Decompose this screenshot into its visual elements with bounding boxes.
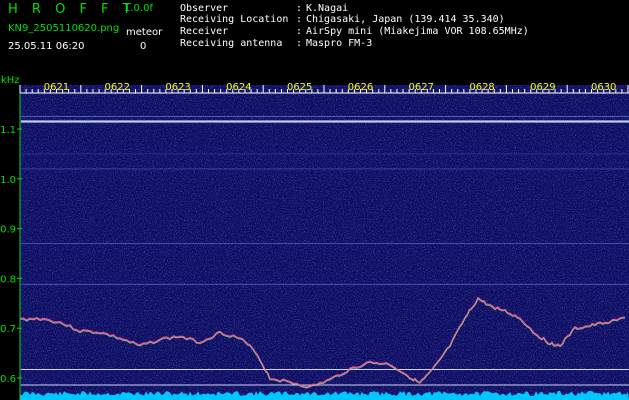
y-tick-label: 0.9 bbox=[0, 225, 16, 236]
x-tick-label: 0627 bbox=[409, 82, 434, 93]
x-tick-label: 0621 bbox=[44, 82, 69, 93]
antenna-separator: : bbox=[296, 38, 303, 49]
observer-separator: : bbox=[296, 3, 303, 14]
x-tick-label: 0628 bbox=[469, 82, 494, 93]
location-separator: : bbox=[296, 14, 303, 25]
antenna-value: Maspro FM-3 bbox=[306, 38, 373, 49]
receiver-label: Receiver bbox=[180, 26, 229, 37]
y-tick-label: 0.7 bbox=[0, 324, 16, 335]
location-value: Chigasaki, Japan (139.414 35.340) bbox=[306, 14, 505, 25]
x-tick-label: 0626 bbox=[348, 82, 373, 93]
spectrogram: 1.1 1.0 0.9 0.8 0.7 0.6 0621 0622 0623 0624 0625 06… bbox=[0, 75, 629, 400]
header-panel: H R O F F T 1.0.0f KN9_2505110620.png 25… bbox=[0, 0, 629, 75]
antenna-label: Receiving antenna bbox=[180, 38, 283, 49]
x-tick-label: 0629 bbox=[530, 82, 555, 93]
meteor-label: meteor bbox=[126, 27, 163, 38]
y-tick-label: 1.1 bbox=[0, 125, 16, 136]
observer-value: K.Nagai bbox=[306, 3, 349, 14]
image-filename: KN9_2505110620.png bbox=[8, 23, 120, 34]
receiver-separator: : bbox=[296, 26, 303, 37]
app-version: 1.0.0f bbox=[124, 3, 153, 14]
location-label: Receiving Location bbox=[180, 14, 289, 25]
x-tick-label: 0625 bbox=[287, 82, 312, 93]
x-tick-label: 0622 bbox=[105, 82, 130, 93]
observer-label: Observer bbox=[180, 3, 229, 14]
x-tick-label: 0623 bbox=[165, 82, 190, 93]
x-tick-label: 0630 bbox=[591, 82, 616, 93]
y-tick-label: 0.8 bbox=[0, 274, 16, 285]
app-title: H R O F F T bbox=[8, 2, 136, 17]
receiver-value: AirSpy mini (Miakejima VOR 108.65MHz) bbox=[306, 26, 529, 37]
meteor-count: 0 bbox=[140, 41, 147, 52]
spectrogram-noise bbox=[20, 85, 629, 400]
y-tick-label: 0.6 bbox=[0, 374, 16, 385]
x-tick-label: 0624 bbox=[226, 82, 251, 93]
y-axis-unit: kHz bbox=[1, 75, 20, 86]
y-tick-label: 1.0 bbox=[0, 175, 16, 186]
timestamp: 25.05.11 06:20 bbox=[8, 41, 85, 52]
